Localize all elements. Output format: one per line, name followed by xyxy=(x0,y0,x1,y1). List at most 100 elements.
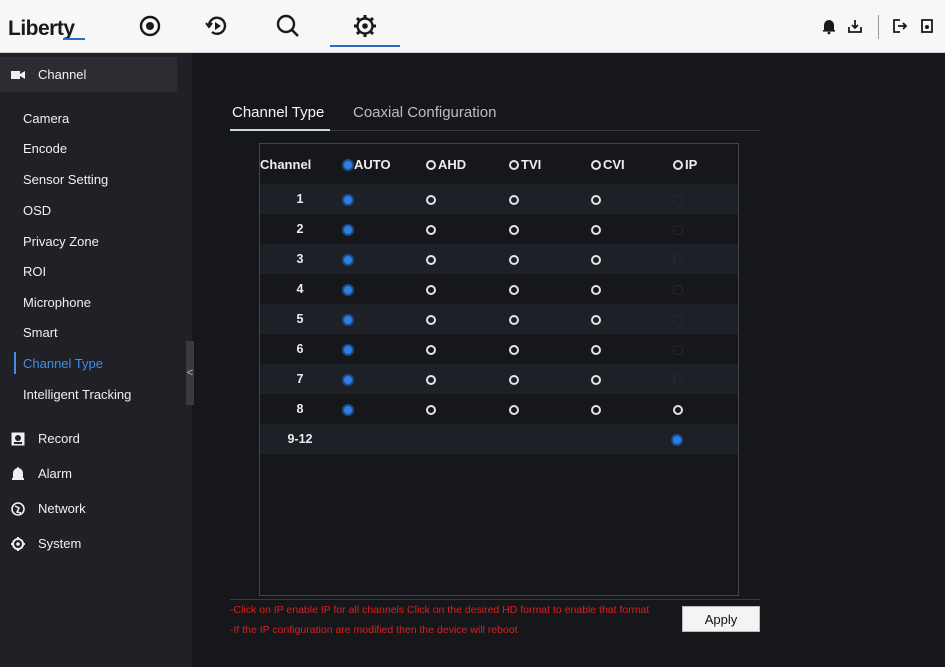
ip-radio[interactable] xyxy=(673,404,683,415)
tvi-radio[interactable] xyxy=(509,374,519,385)
sidebar-item-microphone[interactable]: Microphone xyxy=(0,287,177,317)
auto-radio[interactable] xyxy=(344,255,352,264)
sidebar-item-sensor-setting[interactable]: Sensor Setting xyxy=(0,164,177,194)
sidebar-item-label: Microphone xyxy=(23,294,91,310)
column-header-cvi[interactable]: CVI xyxy=(591,144,673,184)
cvi-radio[interactable] xyxy=(591,344,601,355)
sidebar-item-smart[interactable]: Smart xyxy=(0,317,177,347)
sidebar-item-intelligent-tracking[interactable]: Intelligent Tracking xyxy=(0,379,177,409)
ahd-radio[interactable] xyxy=(426,194,436,205)
sidebar-item-label: Encode xyxy=(23,140,68,156)
ahd-radio[interactable] xyxy=(426,374,436,385)
cvi-all-radio[interactable] xyxy=(591,160,601,171)
sidebar-collapse-handle[interactable]: < xyxy=(186,341,194,405)
live-view-icon[interactable] xyxy=(136,12,164,40)
cvi-radio[interactable] xyxy=(591,254,601,265)
top-bar: Liberty xyxy=(0,0,945,53)
sidebar-item-roi[interactable]: ROI xyxy=(0,256,177,286)
tab-coaxial-configuration[interactable]: Coaxial Configuration xyxy=(353,104,496,121)
cvi-radio[interactable] xyxy=(591,224,601,235)
table-row: 6 xyxy=(260,334,738,364)
channel-group-number: 9-12 xyxy=(260,424,340,454)
ip-radio[interactable] xyxy=(673,435,681,444)
auto-radio[interactable] xyxy=(344,315,352,324)
ip-radio xyxy=(673,224,683,235)
channel-number: 6 xyxy=(260,334,340,364)
sidebar-item-label: OSD xyxy=(23,202,52,218)
column-header-ahd[interactable]: AHD xyxy=(426,144,509,184)
table-row: 9-12 xyxy=(260,424,738,454)
channel-number: 4 xyxy=(260,274,340,304)
ahd-all-radio[interactable] xyxy=(426,160,436,171)
auto-radio[interactable] xyxy=(344,345,352,354)
auto-radio[interactable] xyxy=(344,225,352,234)
playback-icon[interactable] xyxy=(203,12,231,40)
ip-radio xyxy=(673,254,683,265)
ahd-radio[interactable] xyxy=(426,254,436,265)
tvi-radio[interactable] xyxy=(509,404,519,415)
sidebar-group-channel[interactable]: Channel xyxy=(0,57,177,92)
auto-radio[interactable] xyxy=(344,375,352,384)
sidebar-group-record[interactable]: Record xyxy=(0,421,177,456)
tvi-radio[interactable] xyxy=(509,194,519,205)
tab-channel-type[interactable]: Channel Type xyxy=(232,104,324,121)
auto-all-radio[interactable] xyxy=(344,161,352,170)
sidebar-item-encode[interactable]: Encode xyxy=(0,133,177,163)
sidebar-item-label: Intelligent Tracking xyxy=(23,386,132,402)
sidebar-group-label: Network xyxy=(38,501,86,516)
tvi-radio[interactable] xyxy=(509,344,519,355)
auto-radio[interactable] xyxy=(344,405,352,414)
reboot-warning-text: -If the IP configuration are modified th… xyxy=(230,624,518,636)
sidebar-item-privacy-zone[interactable]: Privacy Zone xyxy=(0,226,177,256)
ahd-radio[interactable] xyxy=(426,284,436,295)
bell-icon[interactable] xyxy=(820,17,838,35)
sidebar-group-alarm[interactable]: Alarm xyxy=(0,456,177,491)
logout-icon[interactable] xyxy=(891,17,909,35)
sidebar-group-label: Record xyxy=(38,431,80,446)
ahd-radio[interactable] xyxy=(426,314,436,325)
auto-radio[interactable] xyxy=(344,285,352,294)
active-nav-underline xyxy=(330,45,400,47)
cvi-radio[interactable] xyxy=(591,284,601,295)
notes-area: -Click on IP enable IP for all channels … xyxy=(230,599,760,636)
auto-radio[interactable] xyxy=(344,195,352,204)
ahd-radio[interactable] xyxy=(426,344,436,355)
tvi-radio[interactable] xyxy=(509,284,519,295)
tvi-radio[interactable] xyxy=(509,254,519,265)
cvi-radio[interactable] xyxy=(591,374,601,385)
ip-radio xyxy=(673,194,683,205)
search-icon[interactable] xyxy=(274,12,302,40)
column-header-auto[interactable]: AUTO xyxy=(340,144,426,184)
tvi-radio[interactable] xyxy=(509,314,519,325)
sidebar-group-system[interactable]: System xyxy=(0,526,177,561)
table-row: 4 xyxy=(260,274,738,304)
sidebar-item-osd[interactable]: OSD xyxy=(0,195,177,225)
cvi-radio[interactable] xyxy=(591,314,601,325)
ip-all-radio[interactable] xyxy=(673,160,683,171)
channel-type-table: Channel AUTO AHD TVI CVI IP 1 2 3 4 5 6 … xyxy=(260,144,738,454)
ahd-radio[interactable] xyxy=(426,404,436,415)
apply-button[interactable]: Apply xyxy=(682,606,760,632)
column-header-tvi[interactable]: TVI xyxy=(509,144,591,184)
column-header-ip[interactable]: IP xyxy=(673,144,738,184)
sidebar-item-label: Camera xyxy=(23,110,70,126)
tvi-all-radio[interactable] xyxy=(509,160,519,171)
sidebar-group-network[interactable]: Network xyxy=(0,491,177,526)
tvi-radio[interactable] xyxy=(509,224,519,235)
column-header-label: IP xyxy=(685,156,698,172)
cvi-radio[interactable] xyxy=(591,404,601,415)
settings-gear-icon[interactable] xyxy=(351,12,379,40)
ahd-radio[interactable] xyxy=(426,224,436,235)
sidebar-item-camera[interactable]: Camera xyxy=(0,103,177,133)
column-header-label: AUTO xyxy=(354,156,391,172)
camera-icon xyxy=(11,70,25,79)
ip-radio xyxy=(673,284,683,295)
download-icon[interactable] xyxy=(846,17,864,35)
sidebar-item-label: Sensor Setting xyxy=(23,171,109,187)
shutdown-icon[interactable] xyxy=(918,17,936,35)
channel-number: 2 xyxy=(260,214,340,244)
sidebar-item-channel-type[interactable]: Channel Type xyxy=(0,348,177,378)
top-divider xyxy=(878,15,879,39)
cvi-radio[interactable] xyxy=(591,194,601,205)
chevron-left-icon: < xyxy=(186,367,194,379)
